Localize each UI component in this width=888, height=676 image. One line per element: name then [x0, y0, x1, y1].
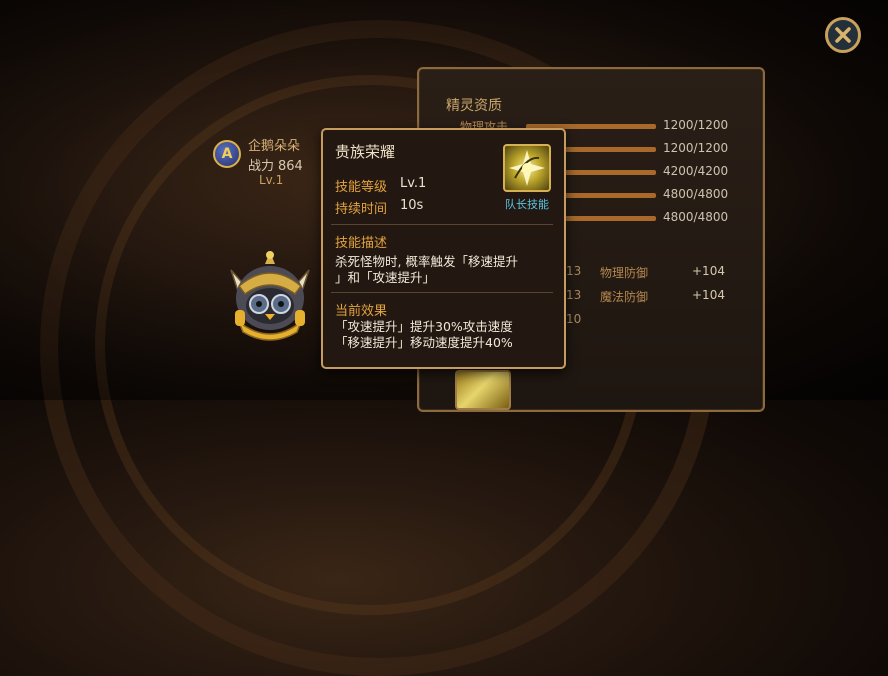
- stat-value: 4200/4200: [663, 164, 729, 178]
- stat-value: 4800/4800: [663, 210, 729, 224]
- skill-level-label: 技能等级: [335, 180, 388, 195]
- divider: [331, 292, 553, 293]
- effect-line: 「攻速提升」提升30%攻击速度: [335, 319, 513, 334]
- panel-title: 精灵资质: [446, 98, 502, 114]
- skill-name: 贵族荣耀: [335, 143, 396, 161]
- duration-value: 10s: [400, 198, 424, 213]
- close-button[interactable]: [825, 17, 861, 53]
- description-title: 技能描述: [335, 236, 388, 251]
- sub-stat-label: 物理防御: [600, 266, 649, 280]
- captain-skill-tag: 队长技能: [505, 198, 549, 211]
- description-line: 杀死怪物时, 概率触发「移速提升: [335, 254, 518, 269]
- character-name: 企鹅朵朵: [248, 139, 301, 154]
- sub-stat-label: 魔法防御: [600, 290, 649, 304]
- duration-label: 持续时间: [335, 202, 388, 217]
- sub-stat-value: 13: [566, 288, 582, 302]
- divider: [331, 224, 553, 225]
- rank-badge: A: [213, 140, 241, 168]
- stat-value: 4800/4800: [663, 187, 729, 201]
- skill-icon-graphic: [509, 150, 545, 186]
- power-label: 战力: [248, 159, 275, 174]
- power-readout: 战力 864: [248, 155, 303, 174]
- skill-card[interactable]: [455, 370, 511, 410]
- effect-line: 「移速提升」移动速度提升40%: [335, 335, 513, 350]
- description-line: 」和「攻速提升」: [335, 270, 436, 285]
- sub-stat-value: 13: [566, 264, 582, 278]
- sub-stat-bonus: +104: [692, 288, 725, 302]
- power-value: 864: [278, 159, 303, 174]
- penguin-pet-image[interactable]: [225, 250, 315, 345]
- stat-value: 1200/1200: [663, 118, 729, 132]
- skill-level-value: Lv.1: [400, 176, 427, 191]
- close-icon: [835, 27, 851, 43]
- stat-value: 1200/1200: [663, 141, 729, 155]
- sub-stat-bonus: +104: [692, 264, 725, 278]
- sub-stat-value: 10: [566, 312, 582, 326]
- character-level: Lv.1: [259, 173, 284, 187]
- skill-icon: [503, 144, 551, 192]
- effect-title: 当前效果: [335, 304, 388, 319]
